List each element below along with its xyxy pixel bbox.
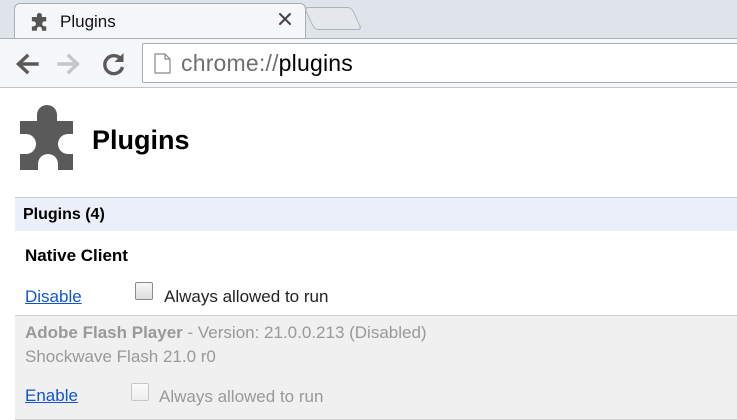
plugin-name: Adobe Flash Player <box>25 323 183 342</box>
page-title: Plugins <box>92 125 190 155</box>
forward-arrow-icon[interactable] <box>56 51 82 77</box>
plugin-item-native-client: Native Client Disable Always allowed to … <box>15 231 737 315</box>
always-allowed-checkbox[interactable] <box>135 282 153 300</box>
section-title: Plugins (4) <box>23 206 105 223</box>
plugin-header-line: Adobe Flash Player - Version: 21.0.0.213… <box>25 323 427 343</box>
tab-title: Plugins <box>60 12 116 31</box>
back-arrow-icon[interactable] <box>14 51 40 77</box>
close-icon[interactable] <box>277 11 293 27</box>
url-scheme: chrome:// <box>181 50 279 76</box>
url-host: plugins <box>278 50 353 76</box>
always-allowed-label: Always allowed to run <box>164 287 329 306</box>
toolbar: chrome://plugins <box>0 38 737 88</box>
puzzle-icon <box>31 12 47 31</box>
address-bar[interactable]: chrome://plugins <box>142 43 737 83</box>
reload-icon[interactable] <box>101 51 127 77</box>
always-allowed-label: Always allowed to run <box>159 387 324 406</box>
plugin-description: Shockwave Flash 21.0 r0 <box>25 347 216 366</box>
plugin-name: Native Client <box>25 246 128 265</box>
page-icon <box>154 53 171 74</box>
page-header: Plugins <box>18 104 418 174</box>
puzzle-icon <box>20 105 73 170</box>
enable-link[interactable]: Enable <box>25 386 78 406</box>
always-allowed-checkbox[interactable] <box>131 383 149 401</box>
tab-strip: Plugins <box>0 0 737 39</box>
url-text: chrome://plugins <box>181 50 353 77</box>
plugin-item-adobe-flash: Adobe Flash Player - Version: 21.0.0.213… <box>15 315 737 420</box>
plugins-section-header: Plugins (4) <box>15 197 737 231</box>
tab-plugins[interactable]: Plugins <box>14 3 306 39</box>
disable-link[interactable]: Disable <box>25 287 82 307</box>
plugin-version: - Version: 21.0.0.213 (Disabled) <box>187 323 427 342</box>
new-tab-button[interactable] <box>303 7 363 30</box>
